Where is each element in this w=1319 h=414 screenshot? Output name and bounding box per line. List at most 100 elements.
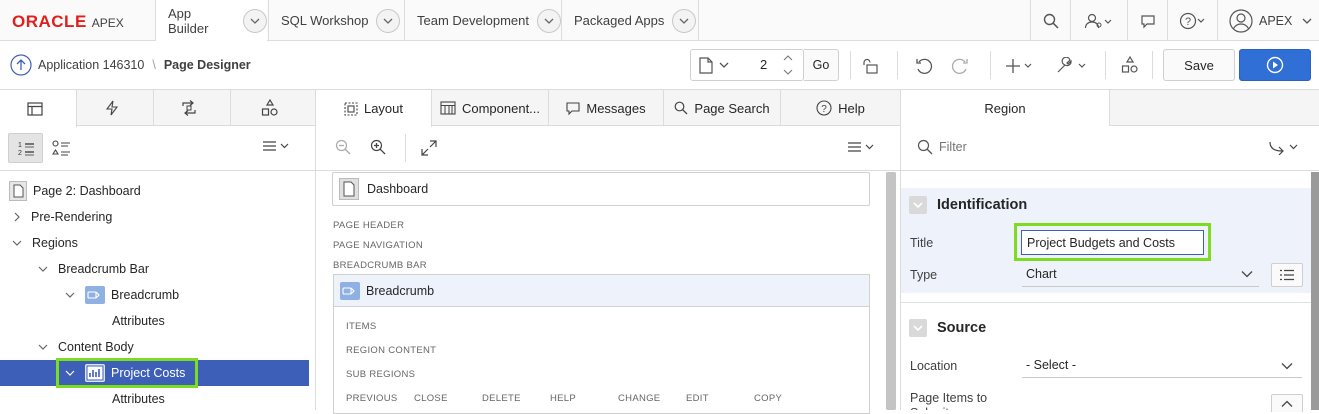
nav-tab-label: App Builder bbox=[168, 6, 209, 36]
redo-icon[interactable] bbox=[951, 57, 969, 75]
tab-processing[interactable] bbox=[154, 90, 231, 126]
chevron-down-icon[interactable] bbox=[243, 9, 267, 33]
tab-messages[interactable]: Messages bbox=[549, 90, 664, 126]
property-scrollbar[interactable] bbox=[1311, 172, 1319, 410]
page-number-input[interactable]: 2 bbox=[760, 57, 767, 72]
chevron-down-icon[interactable] bbox=[12, 239, 22, 247]
layout-menu-icon[interactable] bbox=[847, 141, 877, 155]
tab-page-search[interactable]: Page Search bbox=[664, 90, 781, 126]
help-menu-icon[interactable]: ? bbox=[1167, 0, 1217, 41]
button-position-previous[interactable]: PREVIOUS bbox=[346, 393, 398, 404]
chevron-down-icon[interactable] bbox=[1281, 362, 1293, 370]
page-stepper-icon[interactable] bbox=[783, 53, 793, 77]
save-button[interactable]: Save bbox=[1163, 49, 1235, 81]
collapse-icon[interactable] bbox=[909, 319, 927, 337]
layout-scrollbar-thumb[interactable] bbox=[886, 172, 896, 410]
search-icon[interactable] bbox=[1030, 0, 1070, 41]
source-section-header[interactable]: Source bbox=[901, 311, 1311, 345]
button-position-help[interactable]: HELP bbox=[550, 393, 576, 404]
chevron-down-icon[interactable] bbox=[719, 62, 729, 68]
chevron-down-icon[interactable] bbox=[65, 291, 75, 299]
breadcrumb-region-icon bbox=[340, 281, 360, 300]
undo-icon[interactable] bbox=[915, 57, 933, 75]
ordered-list-icon: 12 bbox=[17, 140, 35, 156]
chevron-down-icon[interactable] bbox=[38, 343, 48, 351]
tab-rendering[interactable] bbox=[0, 90, 77, 127]
page-selector[interactable]: 2 bbox=[690, 49, 804, 81]
button-position-delete[interactable]: DELETE bbox=[482, 393, 521, 404]
identification-section-header[interactable]: Identification bbox=[901, 188, 1311, 222]
chevron-down-icon[interactable] bbox=[1241, 270, 1253, 278]
expand-icon[interactable] bbox=[421, 140, 437, 156]
tree-node-label: Content Body bbox=[58, 340, 134, 354]
collapse-icon[interactable] bbox=[909, 196, 927, 214]
slot-sub-regions[interactable]: SUB REGIONS bbox=[346, 369, 415, 380]
tree-node-breadcrumb-bar[interactable]: Breadcrumb Bar bbox=[0, 256, 309, 282]
tab-layout[interactable]: Layout bbox=[316, 90, 432, 127]
chevron-right-icon[interactable] bbox=[13, 212, 21, 222]
tab-component-view[interactable]: Component... bbox=[432, 90, 549, 126]
button-position-copy[interactable]: COPY bbox=[754, 393, 782, 404]
tree-node-regions[interactable]: Regions bbox=[0, 230, 309, 256]
filter-input[interactable] bbox=[939, 136, 1139, 158]
tree-node-pre-rendering[interactable]: Pre-Rendering bbox=[0, 204, 309, 230]
view-by-component-button[interactable]: 12 bbox=[8, 133, 43, 163]
position-page-navigation[interactable]: PAGE NAVIGATION bbox=[333, 240, 423, 251]
utilities-wrench-icon[interactable] bbox=[1055, 57, 1089, 75]
location-select[interactable]: - Select - bbox=[1026, 358, 1076, 372]
tree-node-attributes[interactable]: Attributes bbox=[0, 308, 309, 334]
tree-node-project-costs[interactable]: Project Costs bbox=[0, 358, 309, 388]
property-editor-tabs: Region bbox=[901, 90, 1110, 127]
run-page-button[interactable] bbox=[1239, 49, 1311, 81]
toolbar-divider bbox=[897, 51, 898, 79]
slot-region-content[interactable]: REGION CONTENT bbox=[346, 345, 436, 356]
nav-tab-team-development[interactable]: Team Development bbox=[404, 0, 561, 41]
page-layout-header[interactable]: Dashboard bbox=[332, 172, 870, 206]
add-menu-icon[interactable] bbox=[1005, 58, 1035, 74]
button-position-edit[interactable]: EDIT bbox=[686, 393, 709, 404]
chevron-down-icon[interactable] bbox=[537, 8, 561, 33]
tree-node-content-body[interactable]: Content Body bbox=[0, 334, 309, 360]
arrow-up-circle-icon[interactable] bbox=[10, 54, 32, 76]
tab-page-shared-components[interactable] bbox=[231, 90, 315, 126]
user-admin-icon[interactable] bbox=[1070, 0, 1127, 41]
zoom-out-icon[interactable] bbox=[335, 139, 351, 155]
tab-region[interactable]: Region bbox=[901, 90, 1109, 127]
list-picker-button[interactable] bbox=[1271, 263, 1303, 287]
breadcrumb-application-link[interactable]: Application 146310 bbox=[38, 58, 144, 72]
item-picker-button[interactable] bbox=[1271, 394, 1303, 412]
tree-node-attributes[interactable]: Attributes bbox=[0, 386, 309, 412]
view-by-type-icon[interactable] bbox=[52, 140, 70, 156]
zoom-in-icon[interactable] bbox=[370, 139, 386, 155]
tab-help[interactable]: ? Help bbox=[781, 90, 900, 126]
rendering-tree-icon bbox=[27, 101, 49, 116]
breadcrumb-region-header[interactable]: Breadcrumb bbox=[334, 275, 869, 307]
tree-node-breadcrumb[interactable]: Breadcrumb bbox=[0, 282, 309, 308]
go-button[interactable]: Go bbox=[804, 49, 839, 81]
nav-tab-sql-workshop[interactable]: SQL Workshop bbox=[268, 0, 404, 41]
tree-menu-icon[interactable] bbox=[262, 140, 292, 154]
position-page-header[interactable]: PAGE HEADER bbox=[333, 220, 404, 231]
button-position-close[interactable]: CLOSE bbox=[414, 393, 448, 404]
nav-tab-packaged-apps[interactable]: Packaged Apps bbox=[561, 0, 699, 41]
tree-node-page[interactable]: Page 2: Dashboard bbox=[0, 178, 309, 204]
title-input[interactable]: Project Budgets and Costs bbox=[1021, 230, 1204, 255]
layout-scrollbar-track[interactable] bbox=[886, 172, 896, 410]
position-breadcrumb-bar[interactable]: BREADCRUMB BAR bbox=[333, 260, 427, 271]
user-menu[interactable]: APEX bbox=[1217, 0, 1319, 41]
shared-components-icon[interactable] bbox=[1121, 56, 1139, 74]
chat-icon[interactable] bbox=[1127, 0, 1167, 41]
tree-node-label: Breadcrumb Bar bbox=[58, 262, 150, 276]
nav-tab-app-builder[interactable]: App Builder bbox=[155, 0, 267, 42]
slot-items[interactable]: ITEMS bbox=[346, 321, 377, 332]
oracle-apex-logo[interactable]: ORACLE APEX bbox=[12, 12, 124, 32]
chevron-down-icon[interactable] bbox=[38, 265, 48, 273]
chevron-down-icon[interactable] bbox=[376, 8, 401, 33]
button-position-change[interactable]: CHANGE bbox=[618, 393, 660, 404]
go-to-group-icon[interactable] bbox=[1269, 139, 1301, 155]
tab-dynamic-actions[interactable] bbox=[77, 90, 154, 126]
type-select[interactable]: Chart bbox=[1026, 267, 1057, 281]
breadcrumb-region-block[interactable]: Breadcrumb ITEMS REGION CONTENT SUB REGI… bbox=[333, 274, 870, 414]
lock-icon[interactable] bbox=[862, 58, 878, 74]
chevron-down-icon[interactable] bbox=[672, 8, 697, 33]
